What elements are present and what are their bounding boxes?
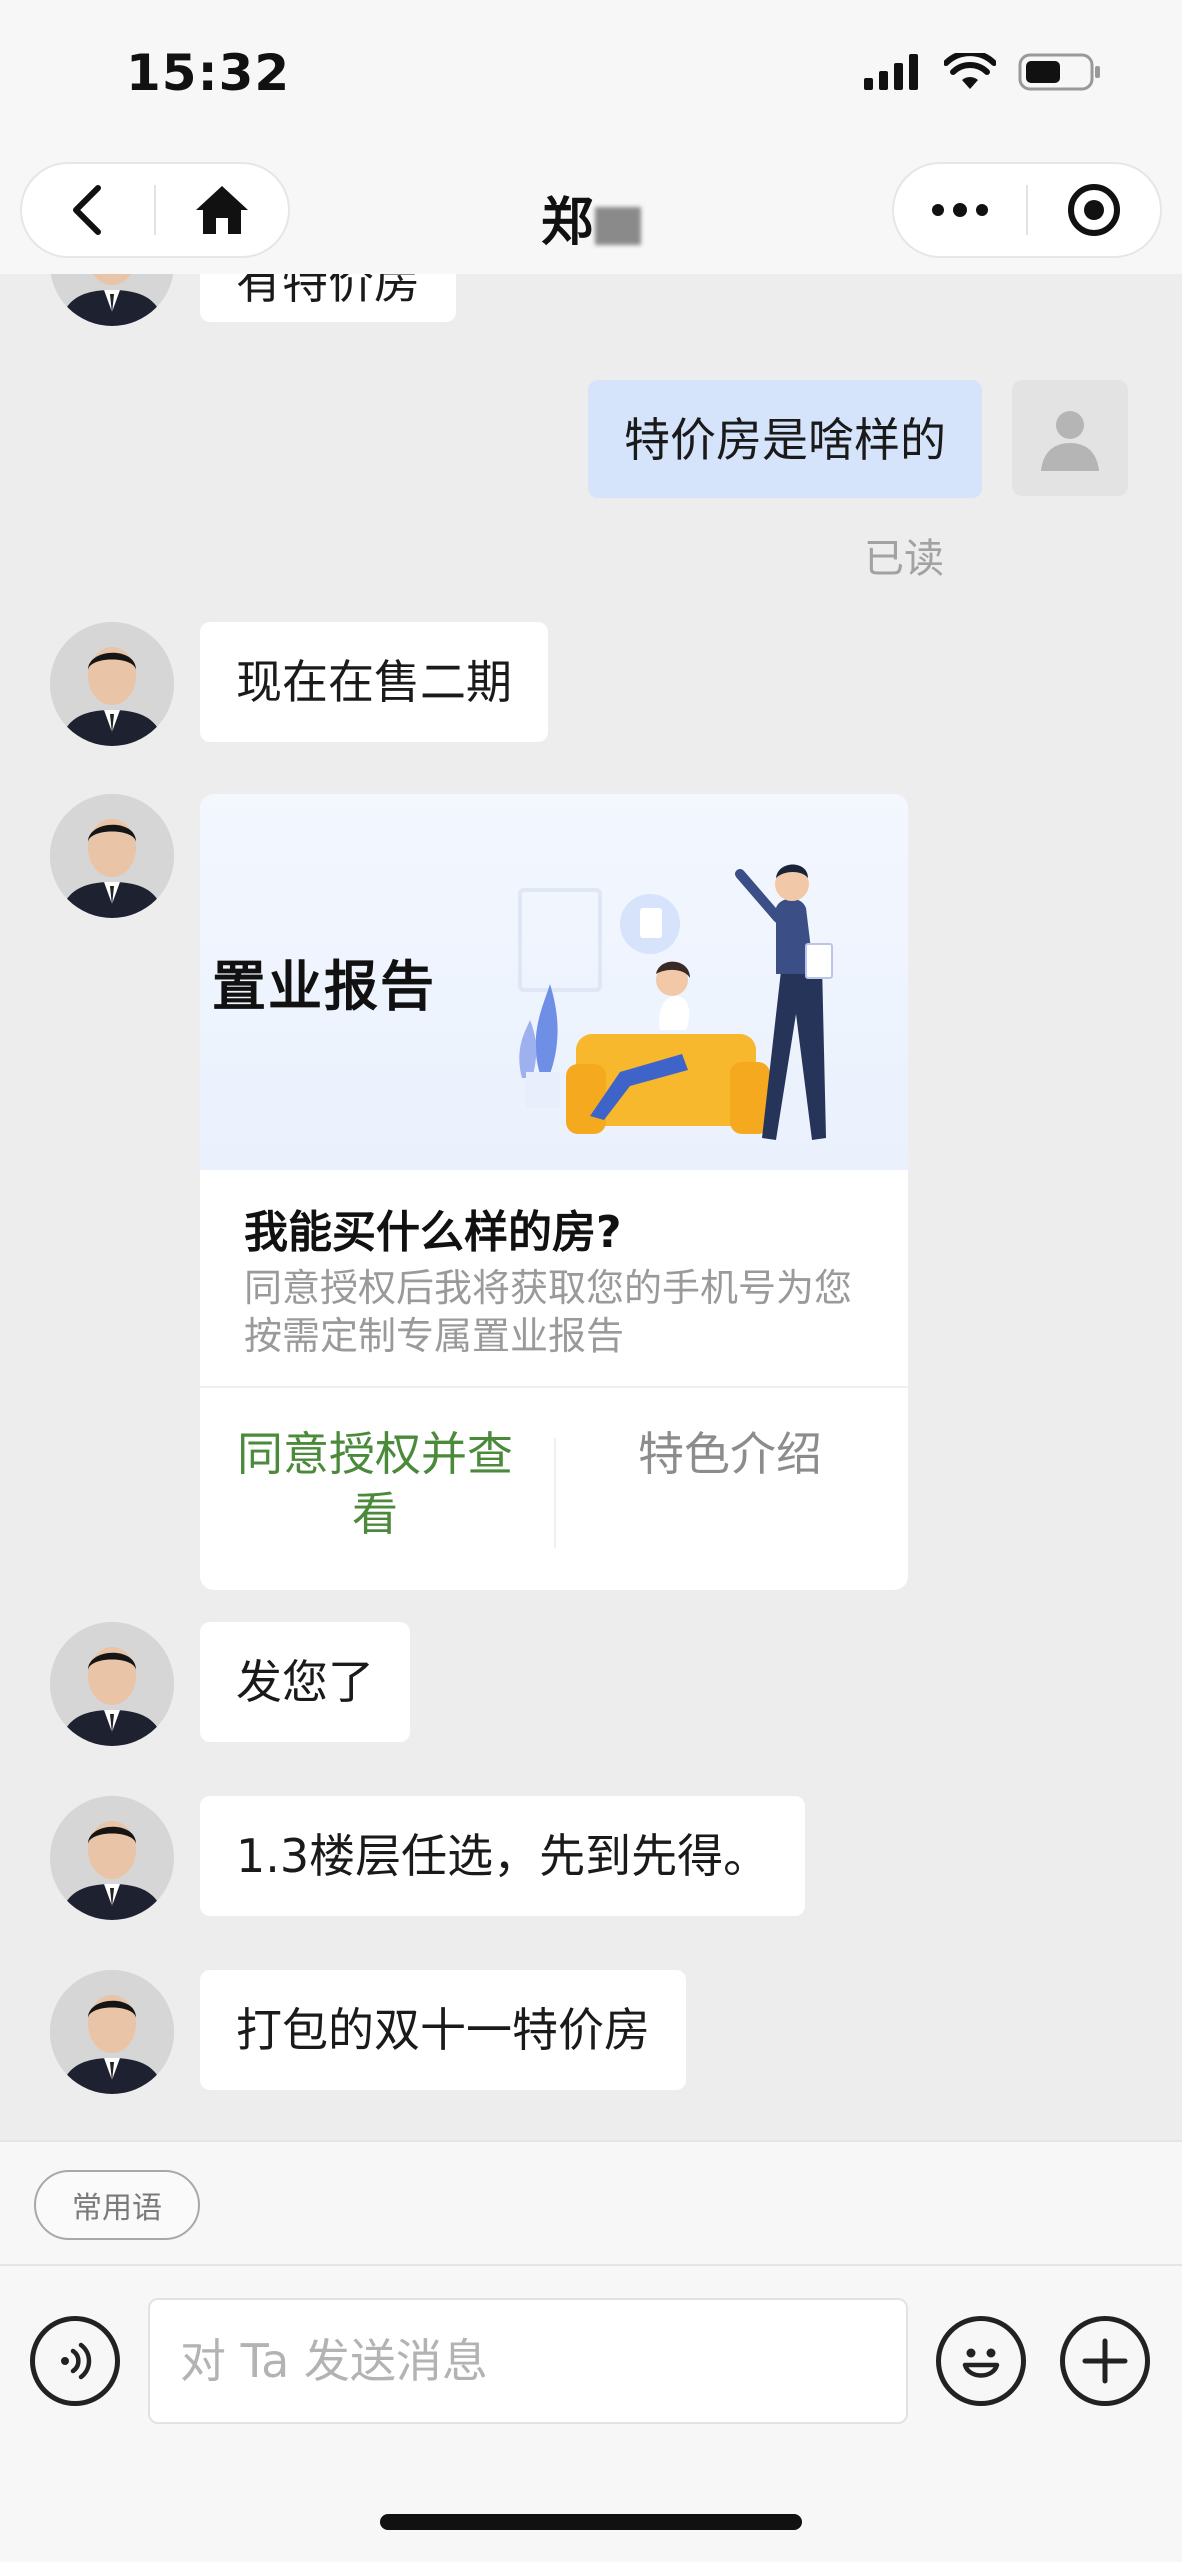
battery-icon bbox=[1018, 53, 1100, 91]
message-bubble[interactable]: 打包的双十一特价房 bbox=[200, 1970, 686, 2090]
status-icons bbox=[864, 52, 1102, 92]
card-question: 我能买什么样的房? bbox=[244, 1207, 622, 1258]
agent-portrait-icon bbox=[50, 1796, 174, 1920]
agent-portrait-icon bbox=[50, 622, 174, 746]
message-text: 打包的双十一特价房 bbox=[236, 2003, 650, 2057]
card-description: 同意授权后我将获取您的手机号为您按需定制专属置业报告 bbox=[244, 1266, 853, 1358]
card-banner-title: 置业报告 bbox=[212, 955, 436, 1018]
card-divider bbox=[200, 1386, 908, 1388]
chat-area[interactable]: 有特价房 特价房是啥样的 已读 现在在售二期 置业报告 我能买什么样的房? 同意… bbox=[0, 274, 1182, 2140]
agent-avatar[interactable] bbox=[50, 622, 174, 746]
message-text: 有特价房 bbox=[236, 274, 420, 309]
home-indicator bbox=[380, 2514, 802, 2530]
card-banner: 置业报告 bbox=[200, 794, 908, 1170]
message-text: 发您了 bbox=[236, 1655, 374, 1709]
emoji-icon bbox=[962, 2348, 1000, 2378]
feature-intro-button[interactable]: 特色介绍 bbox=[580, 1424, 880, 1484]
more-icon bbox=[932, 203, 988, 217]
voice-button[interactable] bbox=[30, 2316, 120, 2406]
message-bubble[interactable]: 现在在售二期 bbox=[200, 622, 548, 742]
agent-avatar[interactable] bbox=[50, 1970, 174, 2094]
card-button-divider bbox=[554, 1438, 556, 1548]
message-text: 现在在售二期 bbox=[236, 655, 512, 709]
status-time: 15:32 bbox=[126, 44, 291, 102]
nav-bar: 郑 bbox=[0, 150, 1182, 274]
message-input[interactable] bbox=[148, 2298, 908, 2424]
nav-right-capsule bbox=[892, 162, 1162, 258]
agree-authorize-button[interactable]: 同意授权并查看 bbox=[220, 1424, 530, 1544]
quick-phrase-bar: 常用语 bbox=[0, 2140, 1182, 2266]
agent-avatar[interactable] bbox=[50, 794, 174, 918]
self-avatar[interactable] bbox=[1012, 380, 1128, 496]
read-status: 已读 bbox=[864, 536, 944, 582]
agent-portrait-icon bbox=[50, 794, 174, 918]
composer-bar bbox=[0, 2264, 1182, 2562]
home-report-card[interactable]: 置业报告 我能买什么样的房? 同意授权后我将获取您的手机号为您按需定制专属置业报… bbox=[200, 794, 908, 1590]
user-placeholder-icon bbox=[1041, 411, 1099, 471]
status-bar: 15:32 bbox=[0, 0, 1182, 150]
agent-portrait-icon bbox=[50, 1970, 174, 2094]
consultation-illustration bbox=[518, 864, 833, 1140]
self-message-bubble[interactable]: 特价房是啥样的 bbox=[588, 380, 982, 498]
more-actions-button[interactable] bbox=[1060, 2316, 1150, 2406]
message-bubble[interactable]: 1.3楼层任选，先到先得。 bbox=[200, 1796, 806, 1916]
redacted-name bbox=[595, 207, 641, 245]
wifi-icon bbox=[944, 53, 996, 89]
close-miniprogram-icon bbox=[1068, 184, 1120, 236]
message-text: 特价房是啥样的 bbox=[624, 413, 946, 467]
agent-portrait-icon bbox=[50, 1622, 174, 1746]
message-bubble[interactable]: 发您了 bbox=[200, 1622, 410, 1742]
message-bubble-partial[interactable]: 有特价房 bbox=[200, 274, 456, 322]
page-title-text: 郑 bbox=[540, 193, 593, 253]
voice-icon bbox=[61, 2342, 92, 2380]
message-text: 1.3楼层任选，先到先得。 bbox=[236, 1829, 770, 1883]
agent-avatar[interactable] bbox=[50, 1796, 174, 1920]
agent-portrait-icon bbox=[50, 274, 174, 326]
signal-icon bbox=[864, 54, 918, 90]
emoji-button[interactable] bbox=[936, 2316, 1026, 2406]
agent-avatar[interactable] bbox=[50, 1622, 174, 1746]
more-button[interactable] bbox=[894, 164, 1026, 256]
quick-phrases-button[interactable]: 常用语 bbox=[34, 2170, 200, 2240]
agent-avatar[interactable] bbox=[50, 274, 174, 326]
close-miniprogram-button[interactable] bbox=[1028, 164, 1160, 256]
plus-icon bbox=[1082, 2338, 1128, 2384]
